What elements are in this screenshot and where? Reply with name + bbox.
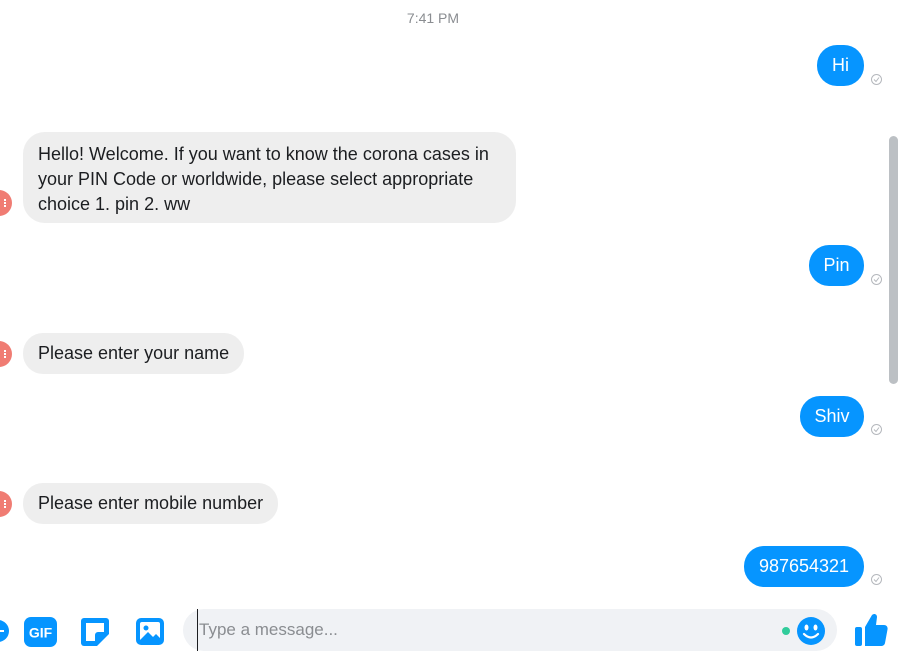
message-input[interactable] bbox=[197, 609, 779, 651]
outgoing-message[interactable]: Pin bbox=[809, 245, 864, 286]
seen-check-icon bbox=[871, 274, 882, 285]
svg-text:GIF: GIF bbox=[29, 625, 53, 641]
emoji-icon[interactable] bbox=[796, 616, 828, 648]
message-input-wrapper bbox=[183, 609, 837, 651]
outgoing-message[interactable]: 987654321 bbox=[744, 546, 864, 587]
seen-check-icon bbox=[871, 574, 882, 585]
message-timestamp: 7:41 PM bbox=[406, 10, 460, 26]
outgoing-message[interactable]: Hi bbox=[817, 45, 864, 86]
gif-icon[interactable]: GIF bbox=[24, 616, 57, 648]
plus-circle-icon[interactable] bbox=[0, 616, 18, 648]
incoming-message[interactable]: Hello! Welcome. If you want to know the … bbox=[23, 132, 516, 223]
seen-check-icon bbox=[871, 74, 882, 85]
online-status-dot bbox=[782, 627, 790, 635]
incoming-message[interactable]: Please enter your name bbox=[23, 333, 245, 374]
chat-thread: 7:41 PM Hi Hello! Welcome. If you want t… bbox=[0, 0, 903, 651]
bot-avatar[interactable] bbox=[0, 341, 12, 367]
image-icon[interactable] bbox=[135, 616, 167, 648]
scrollbar-thumb[interactable] bbox=[889, 136, 898, 384]
bot-avatar[interactable] bbox=[0, 491, 12, 517]
thumbs-up-icon[interactable] bbox=[854, 612, 888, 646]
message-composer: GIF bbox=[0, 604, 903, 651]
outgoing-message[interactable]: Shiv bbox=[800, 396, 864, 437]
sticker-icon[interactable] bbox=[80, 616, 112, 648]
bot-avatar[interactable] bbox=[0, 190, 12, 216]
incoming-message[interactable]: Please enter mobile number bbox=[23, 483, 279, 524]
seen-check-icon bbox=[871, 424, 882, 435]
